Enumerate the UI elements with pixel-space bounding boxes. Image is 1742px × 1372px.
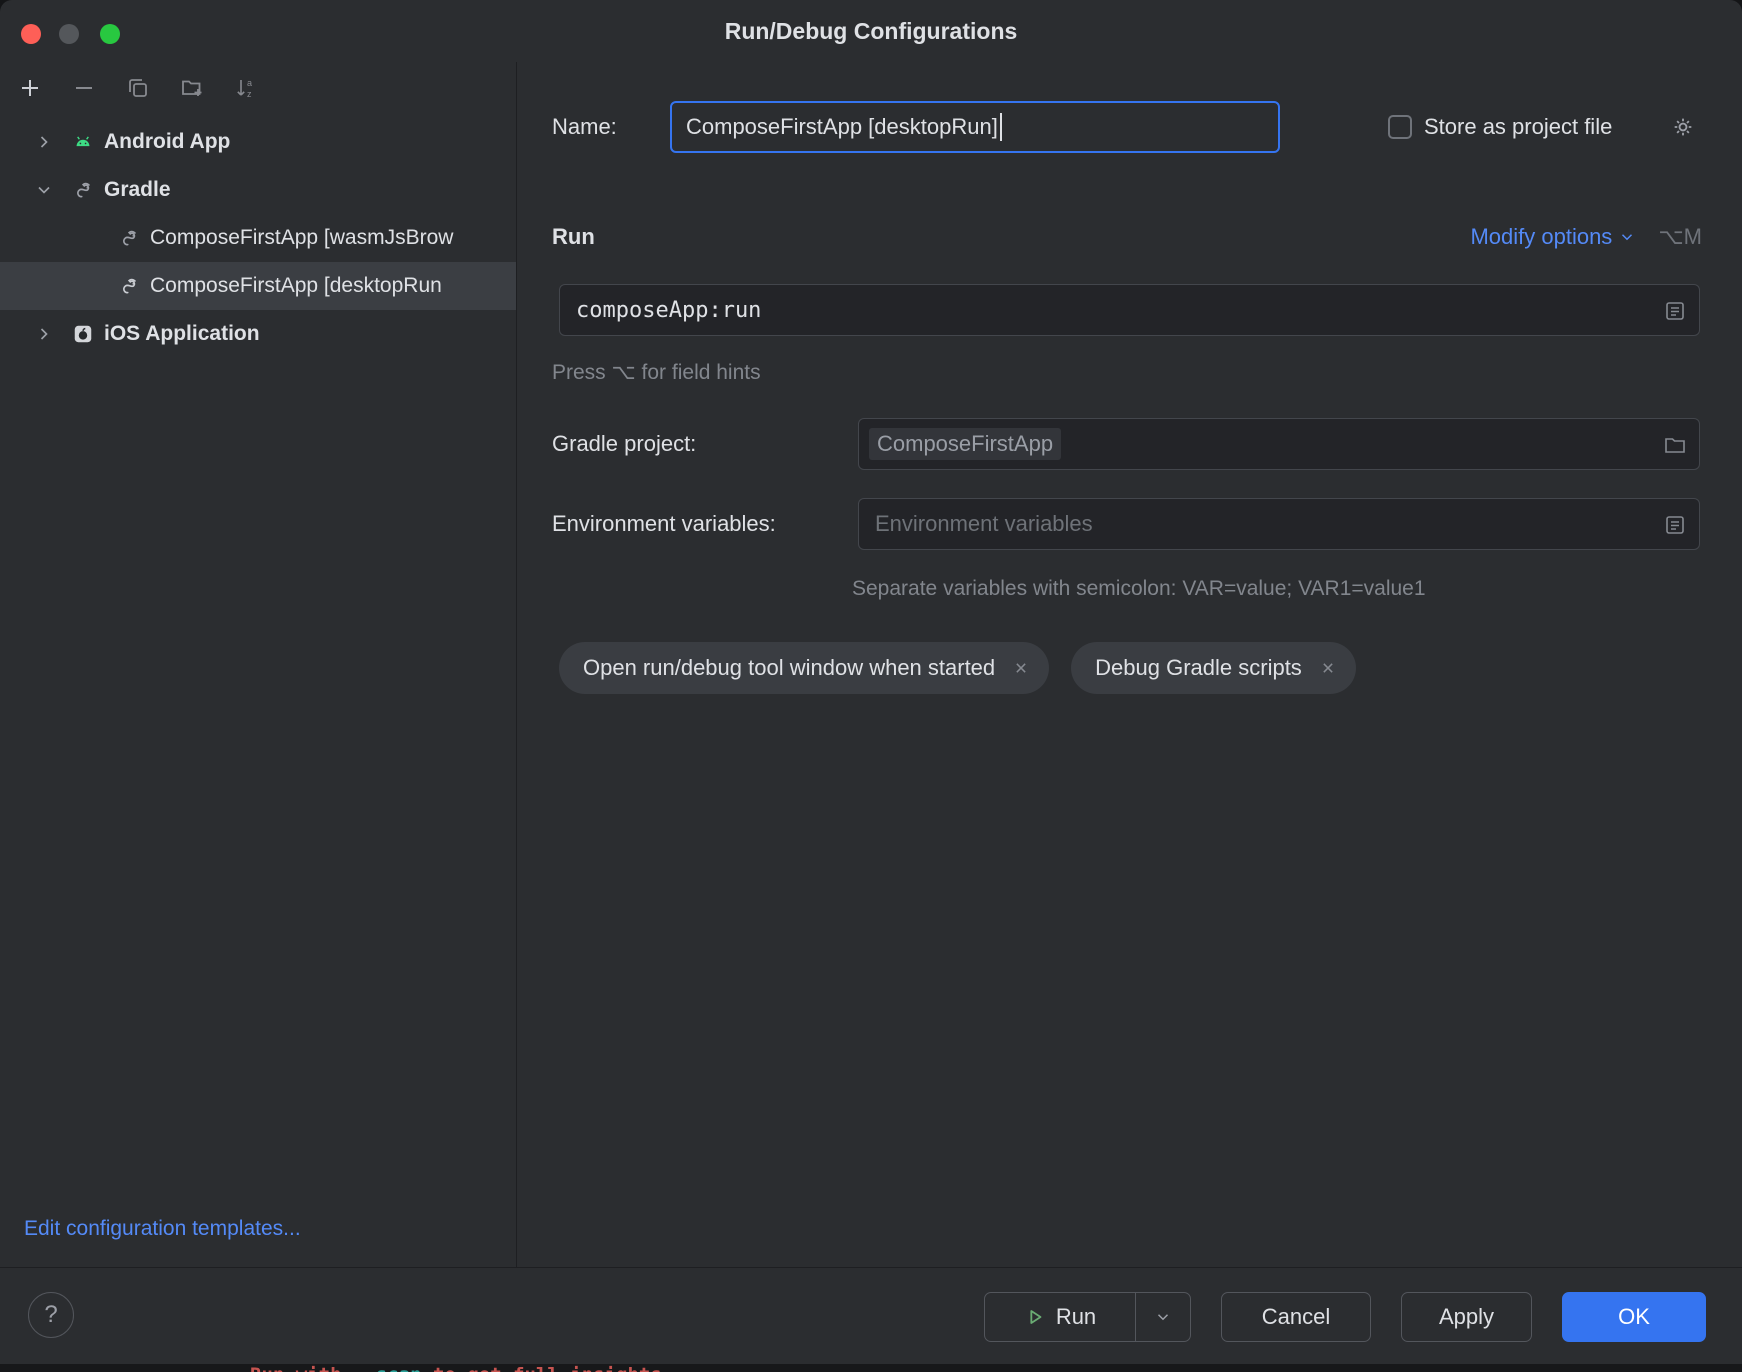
run-section-title: Run	[552, 224, 595, 250]
titlebar: Run/Debug Configurations	[0, 0, 1742, 62]
chip-open-run-debug-tool-window[interactable]: Open run/debug tool window when started	[559, 642, 1049, 694]
terminal-text-teal: --scan	[353, 1364, 422, 1372]
name-label: Name:	[552, 114, 617, 140]
terminal-text-red2: to get full insights.	[422, 1364, 674, 1372]
run-debug-configurations-dialog: Run/Debug Configurations az	[0, 0, 1742, 1364]
copy-configuration-icon[interactable]	[126, 76, 150, 100]
modify-options-label: Modify options	[1470, 224, 1612, 250]
name-input-value: ComposeFirstApp [desktopRun]	[686, 114, 998, 140]
tree-item-composefirstapp-desktoprun[interactable]: ComposeFirstApp [desktopRun	[0, 262, 516, 310]
gradle-project-field[interactable]: ComposeFirstApp	[858, 418, 1700, 470]
expand-field-icon[interactable]	[1663, 513, 1687, 537]
run-dropdown-button[interactable]	[1136, 1293, 1190, 1341]
field-hints-text: Press ⌥ for field hints	[552, 360, 761, 385]
edit-configuration-templates-link[interactable]: Edit configuration templates...	[24, 1217, 301, 1241]
chevron-down-icon[interactable]	[34, 180, 54, 200]
run-command-value: composeApp:run	[560, 298, 761, 323]
gradle-icon	[118, 227, 140, 249]
svg-text:a: a	[247, 78, 252, 88]
environment-variables-field[interactable]: Environment variables	[858, 498, 1700, 550]
environment-variables-placeholder: Environment variables	[859, 511, 1093, 537]
footer-buttons: Run Cancel Apply OK	[984, 1292, 1706, 1342]
help-button[interactable]: ?	[28, 1292, 74, 1338]
modify-options-link[interactable]: Modify options	[1470, 224, 1636, 250]
close-icon[interactable]	[1011, 658, 1031, 678]
add-configuration-icon[interactable]	[18, 76, 42, 100]
cancel-button-label: Cancel	[1262, 1304, 1330, 1330]
gear-icon[interactable]	[1670, 114, 1696, 140]
name-input[interactable]: ComposeFirstApp [desktopRun]	[670, 101, 1280, 153]
chevron-down-icon	[1618, 228, 1636, 246]
modify-options-row: Modify options ⌥M	[1470, 224, 1702, 250]
store-as-project-file-checkbox[interactable]	[1388, 115, 1412, 139]
chip-label: Open run/debug tool window when started	[583, 655, 995, 681]
dialog-footer: ? Run Cancel Apply OK	[0, 1267, 1742, 1364]
new-folder-icon[interactable]	[180, 76, 204, 100]
ok-button[interactable]: OK	[1562, 1292, 1706, 1342]
configurations-sidebar: az Android App Gradle	[0, 62, 517, 1267]
run-split-button[interactable]: Run	[984, 1292, 1191, 1342]
run-button-label: Run	[1056, 1304, 1096, 1330]
sort-alphabetically-icon[interactable]: az	[234, 76, 258, 100]
gradle-project-value: ComposeFirstApp	[869, 428, 1061, 460]
sidebar-toolbar: az	[18, 76, 258, 100]
apply-button[interactable]: Apply	[1401, 1292, 1532, 1342]
play-icon	[1024, 1306, 1046, 1328]
gradle-icon	[72, 179, 94, 201]
help-label: ?	[44, 1301, 57, 1329]
window-title: Run/Debug Configurations	[0, 0, 1742, 62]
close-icon[interactable]	[1318, 658, 1338, 678]
ios-icon	[72, 323, 94, 345]
apply-button-label: Apply	[1439, 1304, 1494, 1330]
tree-item-android-app[interactable]: Android App	[0, 118, 516, 166]
configurations-tree: Android App Gradle ComposeFirstApp [wasm…	[0, 118, 516, 358]
text-caret	[1000, 113, 1002, 141]
tree-item-label: ComposeFirstApp [wasmJsBrow	[150, 226, 453, 250]
tree-item-gradle[interactable]: Gradle	[0, 166, 516, 214]
terminal-text-red: Run with	[250, 1364, 353, 1372]
gradle-project-label: Gradle project:	[552, 431, 696, 457]
chip-debug-gradle-scripts[interactable]: Debug Gradle scripts	[1071, 642, 1356, 694]
svg-text:z: z	[247, 89, 252, 99]
configuration-form: Name: ComposeFirstApp [desktopRun] Store…	[518, 62, 1742, 1267]
tree-item-label: iOS Application	[104, 322, 260, 346]
terminal-line: Run with --scan to get full insights.	[250, 1364, 673, 1372]
gradle-icon	[118, 275, 140, 297]
android-icon	[72, 131, 94, 153]
chevron-down-icon	[1154, 1308, 1172, 1326]
tree-item-label: Gradle	[104, 178, 171, 202]
folder-icon[interactable]	[1663, 433, 1687, 457]
modify-options-shortcut: ⌥M	[1658, 224, 1702, 250]
cancel-button[interactable]: Cancel	[1221, 1292, 1371, 1342]
environment-variables-hint: Separate variables with semicolon: VAR=v…	[852, 577, 1426, 601]
store-as-project-file-label: Store as project file	[1424, 114, 1612, 140]
remove-configuration-icon[interactable]	[72, 76, 96, 100]
chevron-right-icon[interactable]	[34, 132, 54, 152]
background-terminal: Run with --scan to get full insights.	[0, 1364, 1742, 1372]
environment-variables-label: Environment variables:	[552, 511, 776, 537]
tree-item-label: ComposeFirstApp [desktopRun	[150, 274, 442, 298]
tree-item-composefirstapp-wasmjs[interactable]: ComposeFirstApp [wasmJsBrow	[0, 214, 516, 262]
option-chips: Open run/debug tool window when started …	[559, 642, 1356, 694]
chip-label: Debug Gradle scripts	[1095, 655, 1302, 681]
tree-item-label: Android App	[104, 130, 230, 154]
tree-item-ios-application[interactable]: iOS Application	[0, 310, 516, 358]
expand-field-icon[interactable]	[1663, 299, 1687, 323]
ok-button-label: OK	[1618, 1304, 1650, 1330]
run-button[interactable]: Run	[985, 1293, 1135, 1341]
chevron-right-icon[interactable]	[34, 324, 54, 344]
run-command-field[interactable]: composeApp:run	[559, 284, 1700, 336]
